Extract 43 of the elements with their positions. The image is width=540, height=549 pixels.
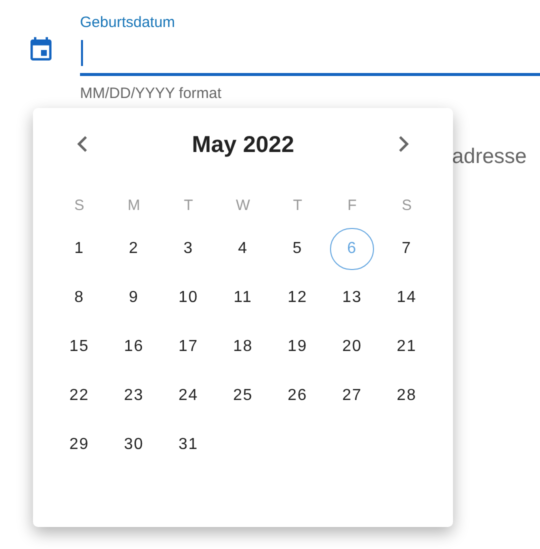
day-button[interactable]: 26 — [276, 375, 320, 417]
helper-text: MM/DD/YYYY format — [80, 85, 222, 103]
weekday-label: T — [184, 196, 193, 216]
day-button[interactable]: 27 — [330, 375, 374, 417]
day-button[interactable]: 19 — [276, 326, 320, 368]
day-button[interactable]: 4 — [220, 228, 265, 270]
day-button[interactable]: 31 — [166, 424, 210, 466]
weekday-label: S — [74, 196, 84, 216]
day-button[interactable]: 5 — [276, 228, 320, 270]
weekday-label: M — [128, 196, 140, 216]
weekday-label: T — [292, 196, 302, 216]
chevron-right-icon — [398, 135, 410, 153]
field-label: adresse — [452, 144, 527, 170]
weekday-label: W — [236, 196, 250, 216]
day-button[interactable]: 25 — [220, 375, 265, 417]
day-button[interactable]: 12 — [276, 277, 320, 319]
day-button[interactable]: 13 — [330, 277, 374, 319]
day-button[interactable]: 20 — [330, 326, 374, 368]
chevron-left-icon — [76, 135, 88, 153]
day-button[interactable]: 3 — [166, 228, 210, 270]
day-button[interactable]: 15 — [57, 326, 102, 368]
day-button[interactable]: 30 — [112, 424, 156, 466]
day-button[interactable]: 9 — [112, 277, 156, 319]
day-button[interactable]: 17 — [166, 326, 210, 368]
day-button[interactable]: 18 — [220, 326, 265, 368]
day-button[interactable]: 24 — [166, 375, 210, 417]
field-label: Geburtsdatum — [80, 14, 176, 32]
day-button[interactable]: 11 — [220, 277, 265, 319]
day-button[interactable]: 28 — [384, 375, 429, 417]
day-button[interactable]: 14 — [384, 277, 429, 319]
day-button[interactable]: 29 — [57, 424, 102, 466]
day-button[interactable]: 22 — [57, 375, 102, 417]
day-button[interactable]: 7 — [384, 228, 429, 270]
weekday-label: S — [402, 196, 412, 216]
day-button[interactable]: 8 — [57, 277, 102, 319]
day-button[interactable]: 2 — [112, 228, 156, 270]
day-button[interactable]: 16 — [112, 326, 156, 368]
day-button[interactable]: 23 — [112, 375, 156, 417]
weekday-label: F — [348, 196, 357, 216]
day-button[interactable]: 21 — [384, 326, 429, 368]
day-button[interactable]: 10 — [166, 277, 210, 319]
day-button[interactable]: 1 — [57, 228, 102, 270]
month-title: May 2022 — [192, 130, 294, 159]
